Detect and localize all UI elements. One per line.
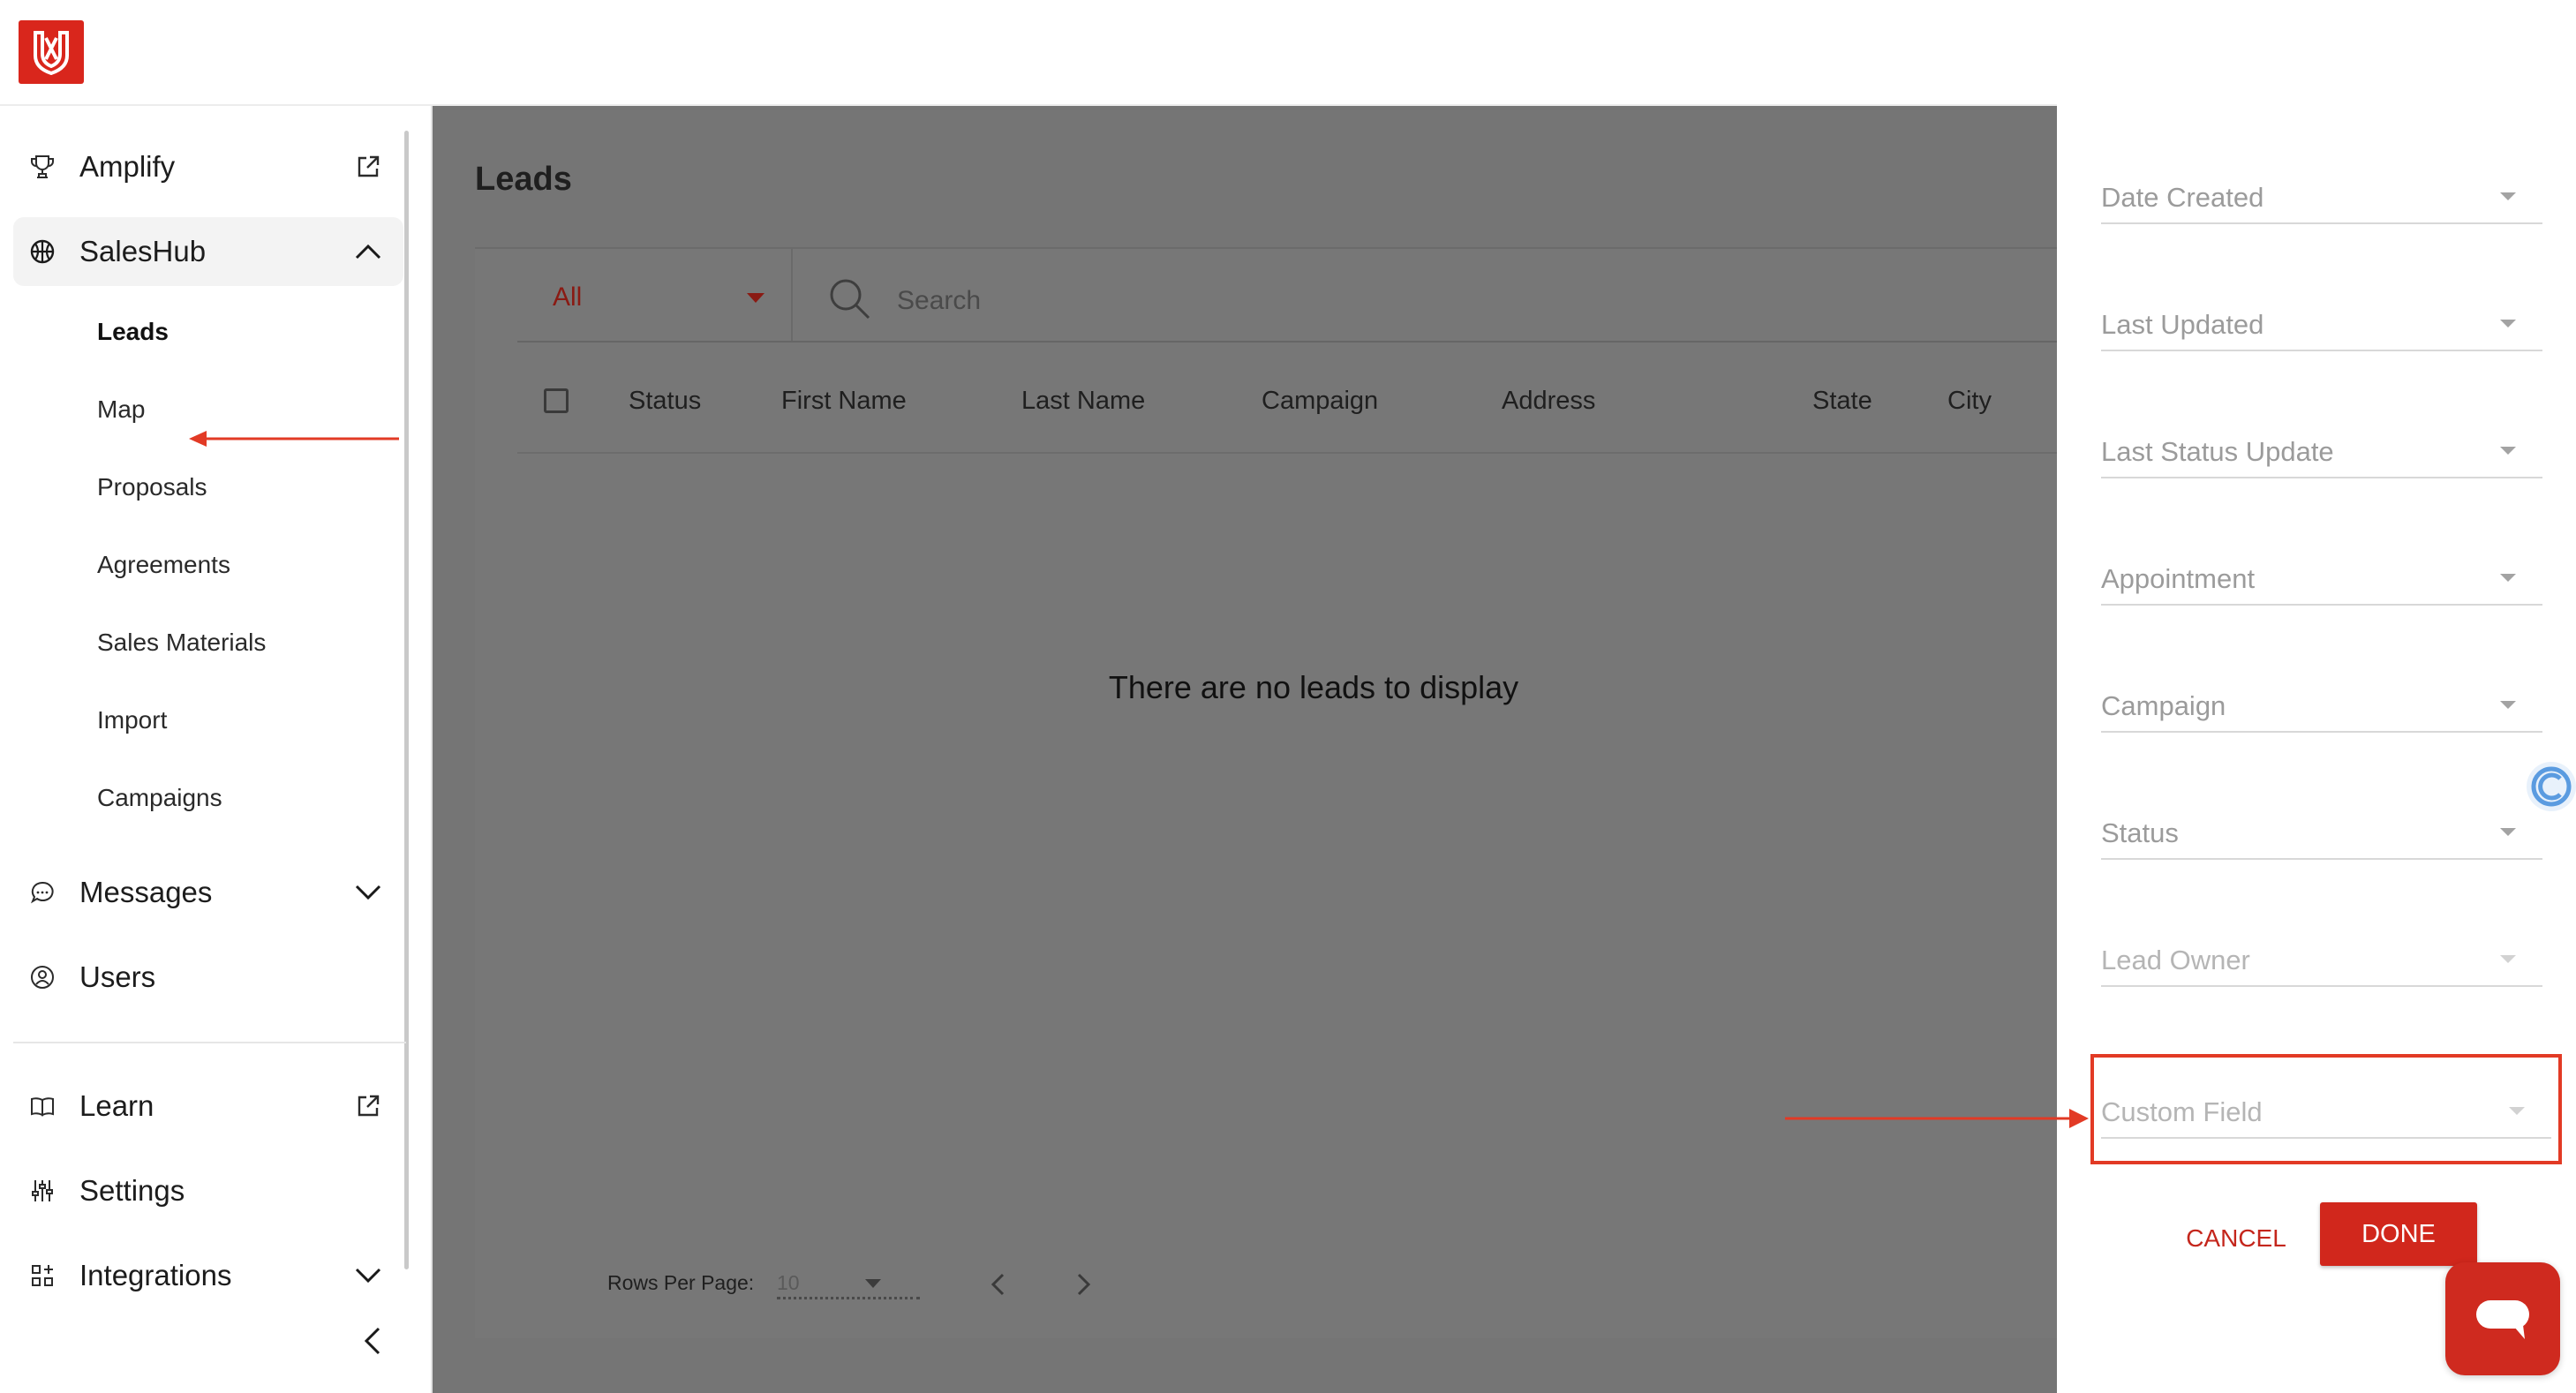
column-header-state[interactable]: State	[1812, 387, 1872, 416]
sidebar-item-saleshub[interactable]: SalesHub	[13, 217, 403, 286]
sidebar-subitem-agreements[interactable]: Agreements	[97, 547, 230, 583]
filter-label: Appointment	[2101, 563, 2256, 594]
annotation-arrow-left-icon	[189, 431, 399, 447]
sidebar-divider	[13, 1042, 406, 1043]
chevron-up-icon[interactable]	[352, 236, 384, 267]
filter-last-updated[interactable]: Last Updated	[2101, 298, 2542, 351]
sidebar-subitem-proposals[interactable]: Proposals	[97, 470, 207, 505]
annotation-highlight-box	[2090, 1054, 2562, 1164]
sidebar-item-label: Settings	[79, 1174, 185, 1207]
caret-down-icon	[2500, 192, 2516, 200]
filter-label: Last Updated	[2101, 309, 2264, 340]
filter-status[interactable]: Status	[2101, 807, 2542, 860]
chevron-left-icon	[364, 1327, 380, 1355]
sidebar: Amplify SalesHub Leads Map Proposals Agr…	[0, 106, 433, 1393]
cancel-button[interactable]: CANCEL	[2179, 1218, 2294, 1259]
user-circle-icon	[27, 962, 57, 992]
lead-filter-value: All	[553, 282, 583, 312]
column-header-first-name[interactable]: First Name	[781, 387, 907, 416]
sliders-icon	[27, 1176, 57, 1206]
sidebar-subitem-leads[interactable]: Leads	[97, 314, 169, 350]
sidebar-item-label: SalesHub	[79, 235, 207, 267]
page-title: Leads	[475, 161, 572, 198]
previous-page-icon[interactable]	[985, 1269, 1012, 1299]
caret-down-icon	[2500, 574, 2516, 582]
sidebar-item-label: Messages	[79, 876, 213, 908]
extension-widget-icon[interactable]	[2521, 759, 2576, 814]
filter-panel: Date Created Last Updated Last Status Up…	[2057, 0, 2576, 1393]
app-logo[interactable]	[19, 20, 84, 84]
caret-down-icon	[747, 293, 765, 303]
caret-down-icon	[2500, 447, 2516, 455]
lead-filter-select[interactable]: All	[475, 249, 793, 341]
collapse-sidebar-button[interactable]	[355, 1319, 390, 1363]
sidebar-item-learn[interactable]: Learn	[13, 1072, 403, 1141]
rows-per-page-label: Rows Per Page:	[607, 1271, 755, 1294]
sidebar-item-label: Users	[79, 960, 156, 993]
filter-label: Date Created	[2101, 182, 2264, 213]
sidebar-item-users[interactable]: Users	[13, 943, 403, 1012]
basketball-icon	[27, 237, 57, 267]
chevron-down-icon[interactable]	[352, 1260, 384, 1291]
filter-date-created[interactable]: Date Created	[2101, 171, 2542, 224]
caret-down-icon	[2500, 828, 2516, 836]
column-header-city[interactable]: City	[1947, 387, 1992, 416]
done-button[interactable]: DONE	[2320, 1202, 2477, 1266]
chat-icon	[2476, 1300, 2529, 1339]
trophy-icon	[27, 152, 57, 182]
sidebar-item-amplify[interactable]: Amplify	[13, 132, 403, 201]
external-link-icon	[352, 1090, 384, 1122]
filter-last-status-update[interactable]: Last Status Update	[2101, 425, 2542, 478]
filter-label: Campaign	[2101, 690, 2226, 721]
sidebar-item-settings[interactable]: Settings	[13, 1156, 403, 1225]
sidebar-subitem-map[interactable]: Map	[97, 392, 145, 427]
sidebar-item-label: Learn	[79, 1089, 154, 1122]
sidebar-item-integrations[interactable]: Integrations	[13, 1241, 403, 1310]
caret-down-icon	[2500, 955, 2516, 963]
leads-table-card: All Search Status First Name Last Name C…	[475, 247, 2090, 1338]
sidebar-subitem-sales-materials[interactable]: Sales Materials	[97, 625, 266, 660]
logo-mark-icon	[34, 31, 69, 75]
sidebar-subitem-import[interactable]: Import	[97, 703, 167, 738]
sidebar-item-messages[interactable]: Messages	[13, 858, 403, 927]
annotation-arrow-right-icon	[1785, 1109, 2089, 1128]
next-page-icon[interactable]	[1070, 1269, 1096, 1299]
sidebar-item-label: Integrations	[79, 1259, 232, 1291]
caret-down-icon	[2500, 320, 2516, 328]
sidebar-item-label: Amplify	[79, 150, 176, 183]
filter-appointment[interactable]: Appointment	[2101, 553, 2542, 606]
rows-per-page-select[interactable]: 10	[777, 1264, 920, 1299]
rows-per-page-value: 10	[777, 1271, 800, 1294]
column-header-campaign[interactable]: Campaign	[1262, 387, 1378, 416]
filter-campaign[interactable]: Campaign	[2101, 680, 2542, 733]
column-header-address[interactable]: Address	[1502, 387, 1595, 416]
search-icon	[830, 279, 870, 320]
book-icon	[27, 1091, 57, 1121]
filter-label: Last Status Update	[2101, 436, 2334, 467]
filter-lead-owner[interactable]: Lead Owner	[2101, 934, 2542, 987]
filter-label: Status	[2101, 817, 2179, 848]
caret-down-icon	[865, 1279, 881, 1288]
search-input[interactable]: Search	[897, 286, 981, 316]
main-content-overlay[interactable]: Leads All Search Status First Name Last …	[433, 106, 2090, 1393]
caret-down-icon	[2500, 701, 2516, 709]
sidebar-scrollbar[interactable]	[404, 131, 409, 1269]
empty-state-message: There are no leads to display	[1108, 669, 1519, 705]
external-link-icon	[352, 151, 384, 183]
column-header-status[interactable]: Status	[629, 387, 701, 416]
sidebar-subitem-campaigns[interactable]: Campaigns	[97, 780, 222, 816]
chat-bubble-icon	[27, 877, 57, 907]
table-header: Status First Name Last Name Campaign Add…	[517, 343, 2090, 454]
filter-label: Lead Owner	[2101, 945, 2250, 975]
column-header-last-name[interactable]: Last Name	[1021, 387, 1145, 416]
chat-launcher-button[interactable]	[2445, 1262, 2560, 1375]
chevron-down-icon[interactable]	[352, 877, 384, 908]
grid-icon	[27, 1261, 57, 1291]
select-all-checkbox[interactable]	[544, 388, 569, 413]
